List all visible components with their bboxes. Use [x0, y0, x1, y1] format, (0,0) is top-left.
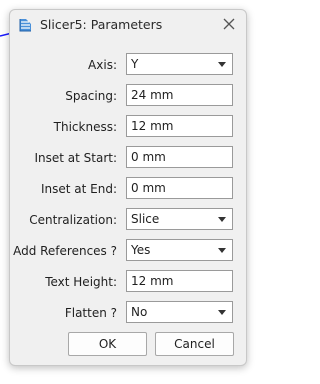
axis-label: Axis:: [88, 58, 117, 72]
inset-end-value: 0 mm: [131, 181, 166, 195]
spacing-input[interactable]: 24 mm: [126, 84, 233, 106]
inset-end-label: Inset at End:: [40, 182, 117, 196]
text-height-input[interactable]: 12 mm: [126, 270, 233, 292]
flatten-value: No: [131, 305, 148, 319]
chevron-down-icon: [218, 248, 226, 253]
spacing-label: Spacing:: [65, 89, 117, 103]
add-references-value: Yes: [131, 243, 151, 257]
centralization-value: Slice: [131, 212, 160, 226]
chevron-down-icon: [218, 62, 226, 67]
thickness-label: Thickness:: [53, 120, 117, 134]
centralization-dropdown[interactable]: Slice: [126, 208, 233, 230]
slicer-icon: [19, 19, 31, 32]
add-references-label: Add References ?: [13, 244, 117, 258]
text-height-value: 12 mm: [131, 274, 174, 288]
chevron-down-icon: [218, 217, 226, 222]
inset-start-input[interactable]: 0 mm: [126, 146, 233, 168]
inset-start-label: Inset at Start:: [34, 151, 117, 165]
title-bar[interactable]: Slicer5: Parameters: [10, 10, 246, 40]
flatten-dropdown[interactable]: No: [126, 301, 233, 323]
inset-start-value: 0 mm: [131, 150, 166, 164]
centralization-label: Centralization:: [29, 213, 117, 227]
add-references-dropdown[interactable]: Yes: [126, 239, 233, 261]
ok-button[interactable]: OK: [68, 332, 147, 356]
thickness-input[interactable]: 12 mm: [126, 115, 233, 137]
spacing-value: 24 mm: [131, 88, 174, 102]
flatten-label: Flatten ?: [64, 306, 117, 320]
chevron-down-icon: [218, 310, 226, 315]
cancel-button[interactable]: Cancel: [155, 332, 234, 356]
parameters-dialog: Slicer5: Parameters Axis: Y Spacing: 24 …: [9, 9, 247, 366]
close-icon[interactable]: [220, 15, 238, 33]
inset-end-input[interactable]: 0 mm: [126, 177, 233, 199]
axis-dropdown[interactable]: Y: [126, 53, 233, 75]
thickness-value: 12 mm: [131, 119, 174, 133]
axis-value: Y: [131, 57, 139, 71]
text-height-label: Text Height:: [45, 275, 117, 289]
window-title: Slicer5: Parameters: [40, 17, 163, 32]
